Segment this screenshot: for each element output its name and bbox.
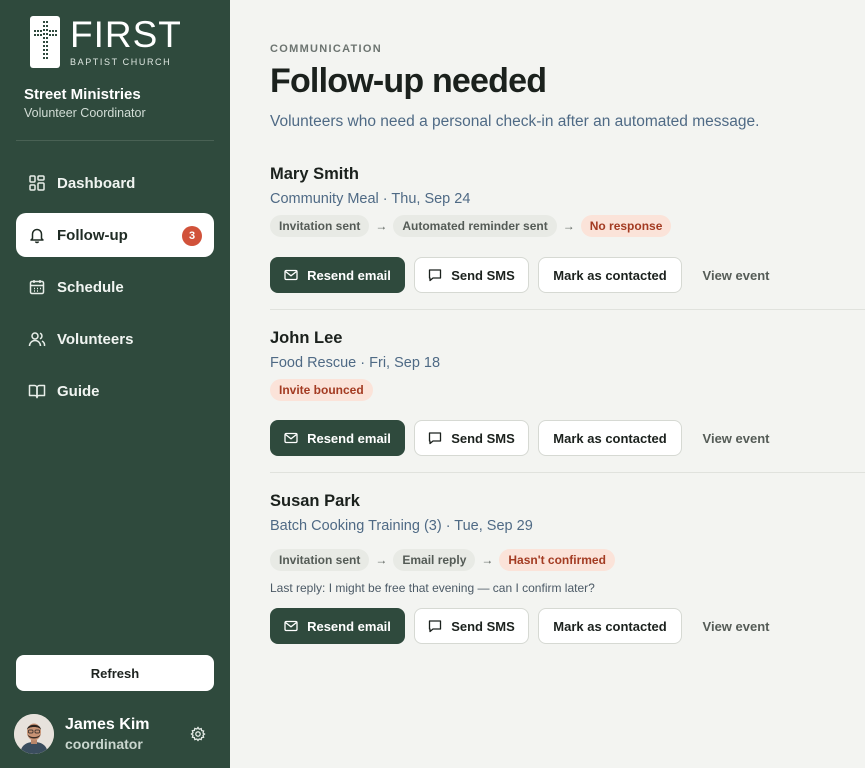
arrow-right-icon: → bbox=[375, 553, 388, 567]
button-label: Resend email bbox=[307, 618, 391, 634]
section-kicker: COMMUNICATION bbox=[270, 43, 383, 55]
main-content: COMMUNICATION Follow-up needed Volunteer… bbox=[230, 0, 865, 768]
user-profile: James Kim coordinator bbox=[14, 712, 214, 756]
step-chip: Automated reminder sent bbox=[393, 215, 557, 237]
nav-item-schedule[interactable]: Schedule bbox=[16, 265, 214, 309]
message-timeline: Invitation sent → Email reply → Hasn't c… bbox=[270, 549, 615, 571]
nav-label: Schedule bbox=[57, 278, 124, 296]
step-chip: Invitation sent bbox=[270, 215, 370, 237]
button-label: Resend email bbox=[307, 267, 391, 283]
arrow-right-icon: → bbox=[562, 219, 575, 233]
nav-label: Follow-up bbox=[57, 226, 128, 244]
button-label: Send SMS bbox=[451, 618, 515, 634]
button-label: Resend email bbox=[307, 430, 391, 446]
sidebar-divider bbox=[16, 140, 214, 141]
book-icon bbox=[28, 382, 46, 400]
sidebar: FIRST BAPTIST CHURCH Street Ministries V… bbox=[0, 0, 230, 768]
logo-subtitle: BAPTIST CHURCH bbox=[70, 57, 172, 67]
org-role: Volunteer Coordinator bbox=[24, 106, 146, 120]
page-title: Follow-up needed bbox=[270, 62, 547, 100]
button-label: Send SMS bbox=[451, 267, 515, 283]
follow-up-count-badge: 3 bbox=[182, 226, 202, 246]
nav-item-dashboard[interactable]: Dashboard bbox=[16, 161, 214, 205]
step-chip: Email reply bbox=[393, 549, 476, 571]
last-reply-text: Last reply: I might be free that evening… bbox=[270, 581, 595, 595]
view-event-link[interactable]: View event bbox=[697, 257, 775, 293]
mark-contacted-button[interactable]: Mark as contacted bbox=[538, 420, 682, 456]
status-badge: Invite bounced bbox=[270, 379, 373, 401]
event-info[interactable]: Community Meal · Thu, Sep 24 bbox=[270, 191, 470, 207]
arrow-right-icon: → bbox=[481, 553, 494, 567]
avatar[interactable] bbox=[14, 714, 54, 754]
event-info[interactable]: Food Rescue · Fri, Sep 18 bbox=[270, 355, 440, 371]
message-timeline: Invitation sent → Automated reminder sen… bbox=[270, 215, 672, 237]
step-chip: Invitation sent bbox=[270, 549, 370, 571]
send-sms-button[interactable]: Send SMS bbox=[414, 608, 529, 644]
view-event-link[interactable]: View event bbox=[697, 420, 775, 456]
message-icon bbox=[428, 268, 442, 282]
mail-icon bbox=[284, 619, 298, 633]
status-badge: Hasn't confirmed bbox=[499, 549, 615, 571]
user-name: James Kim bbox=[65, 716, 150, 733]
users-icon bbox=[28, 330, 46, 348]
user-role: coordinator bbox=[65, 736, 143, 752]
message-icon bbox=[428, 619, 442, 633]
logo-title: FIRST bbox=[70, 14, 182, 55]
nav-item-volunteers[interactable]: Volunteers bbox=[16, 317, 214, 361]
refresh-button[interactable]: Refresh bbox=[16, 655, 214, 691]
calendar-icon bbox=[28, 278, 46, 296]
message-icon bbox=[428, 431, 442, 445]
gear-icon[interactable] bbox=[190, 726, 206, 742]
card-actions: Resend email Send SMS Mark as contacted … bbox=[270, 608, 784, 644]
org-name: Street Ministries bbox=[24, 86, 141, 103]
card-divider bbox=[270, 309, 865, 310]
resend-email-button[interactable]: Resend email bbox=[270, 420, 405, 456]
church-logo: FIRST BAPTIST CHURCH bbox=[30, 14, 182, 72]
page-subtitle: Volunteers who need a personal check-in … bbox=[270, 113, 760, 130]
event-info[interactable]: Batch Cooking Training (3) · Tue, Sep 29 bbox=[270, 518, 533, 534]
mark-contacted-button[interactable]: Mark as contacted bbox=[538, 257, 682, 293]
cross-logo-icon bbox=[30, 16, 60, 68]
volunteer-name: Mary Smith bbox=[270, 165, 359, 183]
send-sms-button[interactable]: Send SMS bbox=[414, 420, 529, 456]
card-actions: Resend email Send SMS Mark as contacted … bbox=[270, 420, 784, 456]
grid-icon bbox=[28, 174, 46, 192]
card-actions: Resend email Send SMS Mark as contacted … bbox=[270, 257, 784, 293]
view-event-link[interactable]: View event bbox=[697, 608, 775, 644]
card-divider bbox=[270, 472, 865, 473]
message-timeline: Invite bounced bbox=[270, 379, 373, 401]
resend-email-button[interactable]: Resend email bbox=[270, 257, 405, 293]
nav-label: Guide bbox=[57, 382, 100, 400]
mail-icon bbox=[284, 268, 298, 282]
bell-icon bbox=[28, 226, 46, 244]
nav-item-follow-up[interactable]: Follow-up 3 bbox=[16, 213, 214, 257]
status-badge: No response bbox=[580, 215, 672, 237]
resend-email-button[interactable]: Resend email bbox=[270, 608, 405, 644]
nav-item-guide[interactable]: Guide bbox=[16, 369, 214, 413]
button-label: Send SMS bbox=[451, 430, 515, 446]
volunteer-name: Susan Park bbox=[270, 492, 360, 510]
nav-label: Volunteers bbox=[57, 330, 134, 348]
mark-contacted-button[interactable]: Mark as contacted bbox=[538, 608, 682, 644]
arrow-right-icon: → bbox=[375, 219, 388, 233]
mail-icon bbox=[284, 431, 298, 445]
nav-label: Dashboard bbox=[57, 174, 136, 192]
volunteer-name: John Lee bbox=[270, 329, 343, 347]
send-sms-button[interactable]: Send SMS bbox=[414, 257, 529, 293]
